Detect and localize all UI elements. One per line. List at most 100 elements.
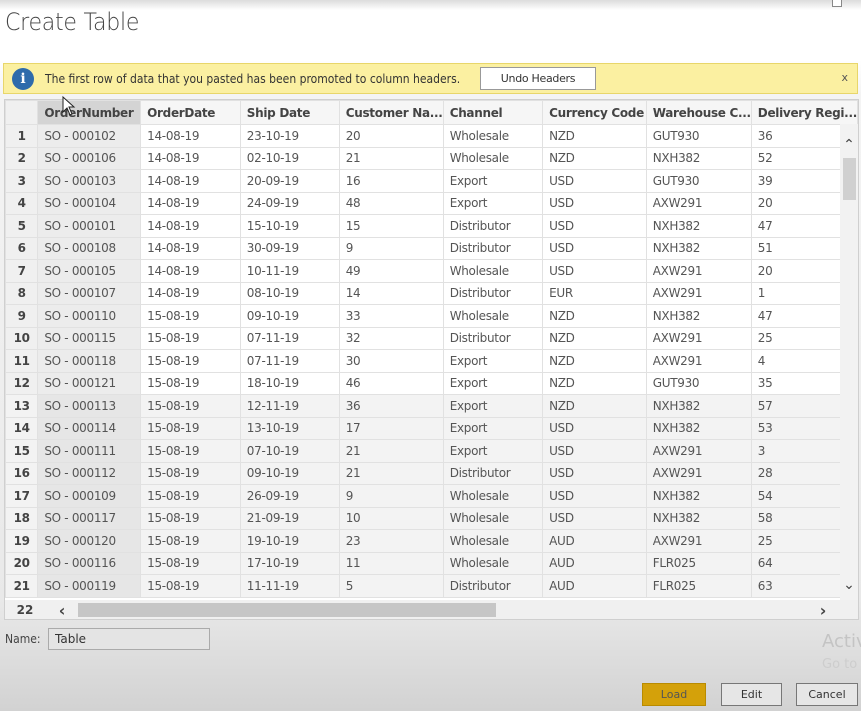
row-number[interactable]: 10 xyxy=(5,326,39,350)
table-cell: 10-11-19 xyxy=(239,259,340,283)
table-row[interactable]: 6 SO - 000108 14-08-19 30-09-19 9 Distributor… xyxy=(5,236,858,260)
scroll-down-icon[interactable]: ⌄ xyxy=(840,576,858,594)
row-number[interactable]: 6 xyxy=(5,236,39,260)
table-cell: FLR025 xyxy=(645,551,752,575)
table-cell: 14 xyxy=(338,281,444,305)
column-header[interactable]: Channel xyxy=(442,100,544,125)
table-cell: 14-08-19 xyxy=(140,281,241,305)
table-cell: Distributor xyxy=(442,281,544,305)
table-cell: 15-08-19 xyxy=(140,349,241,373)
table-cell: USD xyxy=(542,439,647,463)
table-cell: 30 xyxy=(338,349,444,373)
cancel-button[interactable]: Cancel xyxy=(796,683,858,706)
column-header[interactable]: OrderNumber xyxy=(37,100,142,125)
row-number[interactable]: 19 xyxy=(5,529,39,553)
table-cell: SO - 000110 xyxy=(37,304,142,328)
table-row[interactable]: 12 SO - 000121 15-08-19 18-10-19 46 Export NZD… xyxy=(5,371,858,395)
row-number[interactable]: 15 xyxy=(5,439,39,463)
table-row[interactable]: 19 SO - 000120 15-08-19 19-10-19 23 Wholesale… xyxy=(5,529,858,553)
table-row[interactable]: 4 SO - 000104 14-08-19 24-09-19 48 Export USD A… xyxy=(5,191,858,215)
horizontal-scroll-thumb[interactable] xyxy=(78,603,496,617)
row-number[interactable]: 14 xyxy=(5,416,39,440)
table-cell: 09-10-19 xyxy=(239,461,340,485)
table-cell: 15-08-19 xyxy=(140,371,241,395)
row-number[interactable]: 11 xyxy=(5,349,39,373)
row-number[interactable]: 13 xyxy=(5,394,39,418)
column-header[interactable]: Delivery Regi... xyxy=(750,100,858,125)
table-cell: 33 xyxy=(338,304,444,328)
column-header[interactable]: Customer Na... xyxy=(338,100,444,125)
table-cell: 48 xyxy=(338,191,444,215)
table-row[interactable]: 9 SO - 000110 15-08-19 09-10-19 33 Wholesale N… xyxy=(5,304,858,328)
row-number[interactable]: 12 xyxy=(5,371,39,395)
vertical-scroll-thumb[interactable] xyxy=(843,158,856,200)
column-header[interactable]: Ship Date xyxy=(239,100,340,125)
table-cell: 07-11-19 xyxy=(239,326,340,350)
row-number[interactable]: 2 xyxy=(5,146,39,170)
vertical-scrollbar[interactable]: ⌃ ⌄ xyxy=(840,124,858,600)
table-row[interactable]: 10 SO - 000115 15-08-19 07-11-19 32 Distribut… xyxy=(5,326,858,350)
table-cell: SO - 000111 xyxy=(37,439,142,463)
load-button[interactable]: Load xyxy=(642,683,706,706)
scroll-up-icon[interactable]: ⌃ xyxy=(840,136,858,154)
table-cell: Distributor xyxy=(442,214,544,238)
horizontal-scrollbar[interactable]: ‹ › xyxy=(45,600,858,620)
table-row[interactable]: 3 SO - 000103 14-08-19 20-09-19 16 Export USD G… xyxy=(5,169,858,193)
table-row[interactable]: 18 SO - 000117 15-08-19 21-09-19 10 Wholesale… xyxy=(5,506,858,530)
table-row[interactable]: 17 SO - 000109 15-08-19 26-09-19 9 Wholesale U… xyxy=(5,484,858,508)
table-cell: 07-11-19 xyxy=(239,349,340,373)
column-header[interactable]: OrderDate xyxy=(140,100,241,125)
table-row[interactable]: 15 SO - 000111 15-08-19 07-10-19 21 Export USD… xyxy=(5,439,858,463)
close-banner-icon[interactable]: x xyxy=(841,71,848,84)
row-number[interactable]: 16 xyxy=(5,461,39,485)
table-cell: 09-10-19 xyxy=(239,304,340,328)
table-row[interactable]: 11 SO - 000118 15-08-19 07-11-19 30 Export NZD… xyxy=(5,349,858,373)
row-number[interactable]: 17 xyxy=(5,484,39,508)
table-row[interactable]: 1 SO - 000102 14-08-19 23-10-19 20 Wholesale N… xyxy=(5,124,858,148)
table-cell: NXH382 xyxy=(645,394,752,418)
table-cell: GUT930 xyxy=(645,371,752,395)
row-number[interactable]: 7 xyxy=(5,259,39,283)
row-number[interactable]: 21 xyxy=(5,574,39,598)
restore-window-icon[interactable] xyxy=(832,0,842,7)
row-number[interactable]: 5 xyxy=(5,214,39,238)
table-cell: USD xyxy=(542,169,647,193)
table-cell: Wholesale xyxy=(442,551,544,575)
table-cell: 26-09-19 xyxy=(239,484,340,508)
scroll-left-icon[interactable]: ‹ xyxy=(53,600,71,620)
table-row[interactable]: 21 SO - 000119 15-08-19 11-11-19 5 Distributo… xyxy=(5,574,858,598)
row-number[interactable]: 3 xyxy=(5,169,39,193)
table-cell: SO - 000112 xyxy=(37,461,142,485)
table-row[interactable]: 16 SO - 000112 15-08-19 09-10-19 21 Distribut… xyxy=(5,461,858,485)
column-header[interactable]: Currency Code xyxy=(542,100,647,125)
scroll-right-icon[interactable]: › xyxy=(814,600,832,620)
row-number[interactable]: 18 xyxy=(5,506,39,530)
table-row[interactable]: 8 SO - 000107 14-08-19 08-10-19 14 Distributo… xyxy=(5,281,858,305)
table-row[interactable]: 13 SO - 000113 15-08-19 12-11-19 36 Export NZD… xyxy=(5,394,858,418)
table-cell: 9 xyxy=(338,484,444,508)
table-cell: 17-10-19 xyxy=(239,551,340,575)
table-cell: 14-08-19 xyxy=(140,146,241,170)
undo-headers-button[interactable]: Undo Headers xyxy=(480,67,596,90)
mouse-cursor-icon xyxy=(62,95,76,116)
table-name-input[interactable] xyxy=(48,628,210,650)
table-cell: NZD xyxy=(542,304,647,328)
row-number[interactable]: 8 xyxy=(5,281,39,305)
table-cell: NZD xyxy=(542,124,647,148)
corner-cell[interactable] xyxy=(5,100,39,125)
table-cell: AXW291 xyxy=(645,529,752,553)
edit-button[interactable]: Edit xyxy=(721,683,782,706)
info-banner: i The first row of data that you pasted … xyxy=(3,63,858,94)
table-row[interactable]: 7 SO - 000105 14-08-19 10-11-19 49 Wholesale U… xyxy=(5,259,858,283)
row-number[interactable]: 4 xyxy=(5,191,39,215)
table-cell: Distributor xyxy=(442,236,544,260)
row-number[interactable]: 9 xyxy=(5,304,39,328)
table-row[interactable]: 2 SO - 000106 14-08-19 02-10-19 21 Wholesale N… xyxy=(5,146,858,170)
table-row[interactable]: 20 SO - 000116 15-08-19 17-10-19 11 Wholesale… xyxy=(5,551,858,575)
row-number[interactable]: 1 xyxy=(5,124,39,148)
table-cell: NZD xyxy=(542,146,647,170)
row-number[interactable]: 20 xyxy=(5,551,39,575)
table-row[interactable]: 5 SO - 000101 14-08-19 15-10-19 15 Distributo… xyxy=(5,214,858,238)
column-header[interactable]: Warehouse C... xyxy=(645,100,752,125)
table-row[interactable]: 14 SO - 000114 15-08-19 13-10-19 17 Export USD… xyxy=(5,416,858,440)
